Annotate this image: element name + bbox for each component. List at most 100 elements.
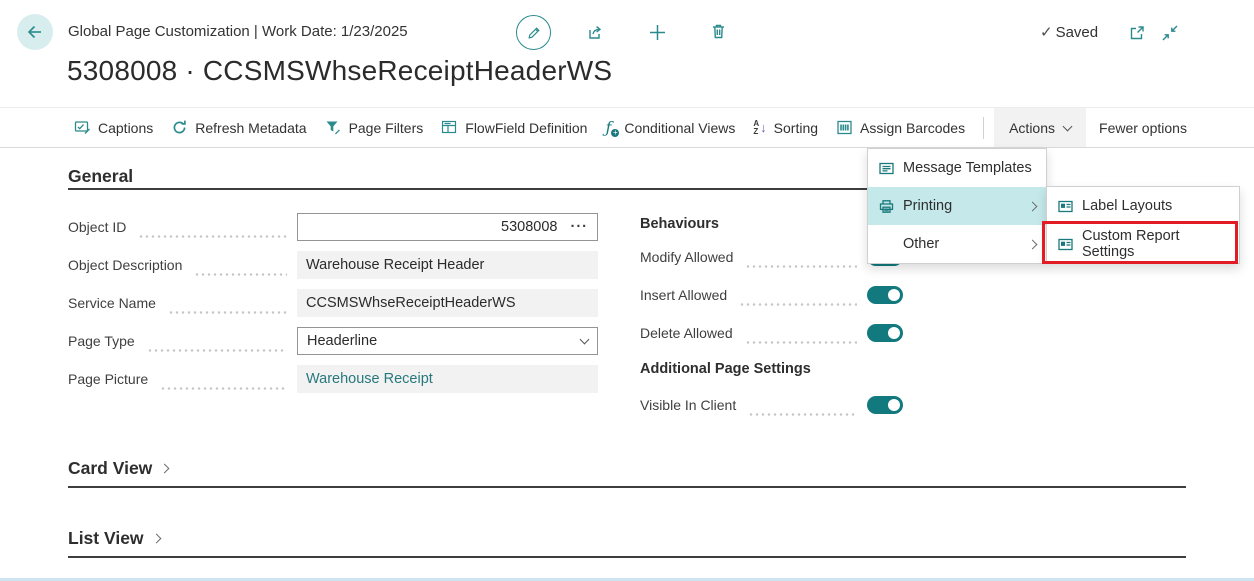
service-name-value: CCSMSWhseReceiptHeaderWS bbox=[306, 295, 516, 311]
report-card-icon bbox=[1057, 236, 1074, 253]
visible-in-client-toggle[interactable] bbox=[867, 396, 903, 414]
submenu-item-label-layouts[interactable]: Label Layouts bbox=[1047, 187, 1239, 225]
page-filters-label: Page Filters bbox=[349, 120, 424, 136]
dotted-leader bbox=[748, 413, 857, 416]
object-id-label: Object ID bbox=[68, 219, 126, 235]
menu-item-message-templates[interactable]: Message Templates bbox=[868, 149, 1046, 187]
function-icon: ƒ+ bbox=[605, 120, 617, 136]
menu-item-other[interactable]: Other bbox=[868, 225, 1046, 263]
general-fields-left: Object ID 5308008 ··· Object Description… bbox=[68, 208, 598, 398]
dotted-leader bbox=[745, 341, 857, 344]
new-plus-icon bbox=[647, 22, 668, 43]
refresh-icon bbox=[171, 119, 188, 136]
captions-icon bbox=[74, 119, 91, 136]
captions-label: Captions bbox=[98, 120, 153, 136]
service-name-field: CCSMSWhseReceiptHeaderWS bbox=[297, 289, 598, 317]
dotted-leader bbox=[138, 235, 287, 238]
actions-menu-button[interactable]: Actions bbox=[994, 108, 1086, 147]
conditional-views-label: Conditional Views bbox=[624, 120, 735, 136]
chevron-right-icon bbox=[151, 534, 161, 544]
printing-submenu: Label Layouts Custom Report Settings bbox=[1046, 186, 1240, 264]
dotted-leader bbox=[745, 265, 857, 268]
page-picture-link[interactable]: Warehouse Receipt bbox=[306, 371, 433, 387]
edit-button[interactable] bbox=[516, 15, 551, 50]
flowfield-definition-label: FlowField Definition bbox=[465, 120, 587, 136]
toggle-row-modify-allowed: Modify Allowed bbox=[640, 238, 903, 276]
action-toolbar: Captions Refresh Metadata Page Filters F… bbox=[0, 107, 1254, 148]
conditional-views-button[interactable]: ƒ+ Conditional Views bbox=[605, 120, 735, 136]
submenu-chevron-icon bbox=[1028, 201, 1038, 211]
card-view-heading-label: Card View bbox=[68, 458, 152, 479]
share-icon bbox=[585, 23, 605, 43]
other-label: Other bbox=[903, 236, 939, 252]
delete-trash-icon bbox=[709, 22, 728, 41]
dotted-leader bbox=[739, 303, 857, 306]
actions-dropdown-menu: Message Templates Printing Other bbox=[867, 148, 1047, 264]
submenu-chevron-icon bbox=[1028, 239, 1038, 249]
toggle-row-delete-allowed: Delete Allowed bbox=[640, 314, 903, 352]
behaviours-heading: Behaviours bbox=[640, 210, 903, 238]
service-name-label: Service Name bbox=[68, 295, 156, 311]
assign-barcodes-button[interactable]: Assign Barcodes bbox=[836, 119, 965, 136]
popout-button[interactable] bbox=[1128, 24, 1146, 42]
field-row-service-name: Service Name CCSMSWhseReceiptHeaderWS bbox=[68, 284, 598, 322]
toggle-row-insert-allowed: Insert Allowed bbox=[640, 276, 903, 314]
fewer-options-label: Fewer options bbox=[1099, 120, 1187, 136]
dotted-leader bbox=[168, 311, 287, 314]
new-button[interactable] bbox=[647, 22, 668, 43]
breadcrumb: Global Page Customization | Work Date: 1… bbox=[68, 23, 408, 40]
visible-in-client-label: Visible In Client bbox=[640, 397, 736, 413]
page-type-label: Page Type bbox=[68, 333, 135, 349]
sort-az-icon: AZ↓ bbox=[753, 120, 766, 136]
additional-page-settings-heading: Additional Page Settings bbox=[640, 352, 903, 386]
modify-allowed-label: Modify Allowed bbox=[640, 249, 733, 265]
sorting-button[interactable]: AZ↓ Sorting bbox=[753, 120, 818, 136]
assist-edit-button[interactable]: ··· bbox=[571, 219, 589, 235]
back-arrow-icon bbox=[26, 23, 44, 41]
delete-button[interactable] bbox=[709, 22, 728, 41]
page-picture-label: Page Picture bbox=[68, 371, 148, 387]
page-type-select[interactable]: Headerline bbox=[297, 327, 598, 355]
chevron-down-icon bbox=[580, 335, 590, 345]
delete-allowed-label: Delete Allowed bbox=[640, 325, 733, 341]
menu-item-printing[interactable]: Printing bbox=[868, 187, 1046, 225]
general-fields-right: Behaviours Modify Allowed Insert Allowed… bbox=[640, 210, 903, 424]
saved-check-icon: ✓ bbox=[1040, 23, 1053, 41]
edit-pencil-icon bbox=[526, 25, 542, 41]
insert-allowed-toggle[interactable] bbox=[867, 286, 903, 304]
refresh-metadata-button[interactable]: Refresh Metadata bbox=[171, 119, 306, 136]
label-layouts-label: Label Layouts bbox=[1082, 198, 1172, 214]
printing-label: Printing bbox=[903, 198, 952, 214]
field-row-page-type: Page Type Headerline bbox=[68, 322, 598, 360]
fewer-options-button[interactable]: Fewer options bbox=[1099, 120, 1187, 136]
card-view-section-heading[interactable]: Card View bbox=[68, 458, 168, 479]
general-heading-label: General bbox=[68, 166, 133, 187]
dotted-leader bbox=[194, 273, 287, 276]
dotted-leader bbox=[160, 387, 287, 390]
share-button[interactable] bbox=[585, 23, 605, 43]
collapse-button[interactable] bbox=[1161, 24, 1179, 42]
assign-barcodes-label: Assign Barcodes bbox=[860, 120, 965, 136]
captions-button[interactable]: Captions bbox=[74, 119, 153, 136]
field-row-object-id: Object ID 5308008 ··· bbox=[68, 208, 598, 246]
submenu-item-custom-report-settings[interactable]: Custom Report Settings bbox=[1047, 225, 1239, 263]
list-view-heading-label: List View bbox=[68, 528, 144, 549]
report-card-icon bbox=[1057, 198, 1074, 215]
page-filters-button[interactable]: Page Filters bbox=[325, 119, 424, 136]
general-section-heading[interactable]: General bbox=[68, 166, 133, 187]
list-view-section-heading[interactable]: List View bbox=[68, 528, 160, 549]
object-description-field: Warehouse Receipt Header bbox=[297, 251, 598, 279]
collapse-arrows-icon bbox=[1161, 24, 1179, 42]
message-templates-icon bbox=[878, 160, 895, 177]
field-row-object-description: Object Description Warehouse Receipt Hea… bbox=[68, 246, 598, 284]
object-id-value: 5308008 bbox=[501, 219, 557, 235]
page-title: 5308008 · CCSMSWhseReceiptHeaderWS bbox=[67, 55, 612, 87]
back-button[interactable] bbox=[17, 14, 53, 50]
page-type-value: Headerline bbox=[307, 333, 377, 349]
refresh-metadata-label: Refresh Metadata bbox=[195, 120, 306, 136]
object-id-input[interactable]: 5308008 ··· bbox=[297, 213, 598, 241]
delete-allowed-toggle[interactable] bbox=[867, 324, 903, 342]
object-description-value: Warehouse Receipt Header bbox=[306, 257, 484, 273]
printer-icon bbox=[878, 198, 895, 215]
flowfield-definition-button[interactable]: FlowField Definition bbox=[441, 119, 587, 136]
